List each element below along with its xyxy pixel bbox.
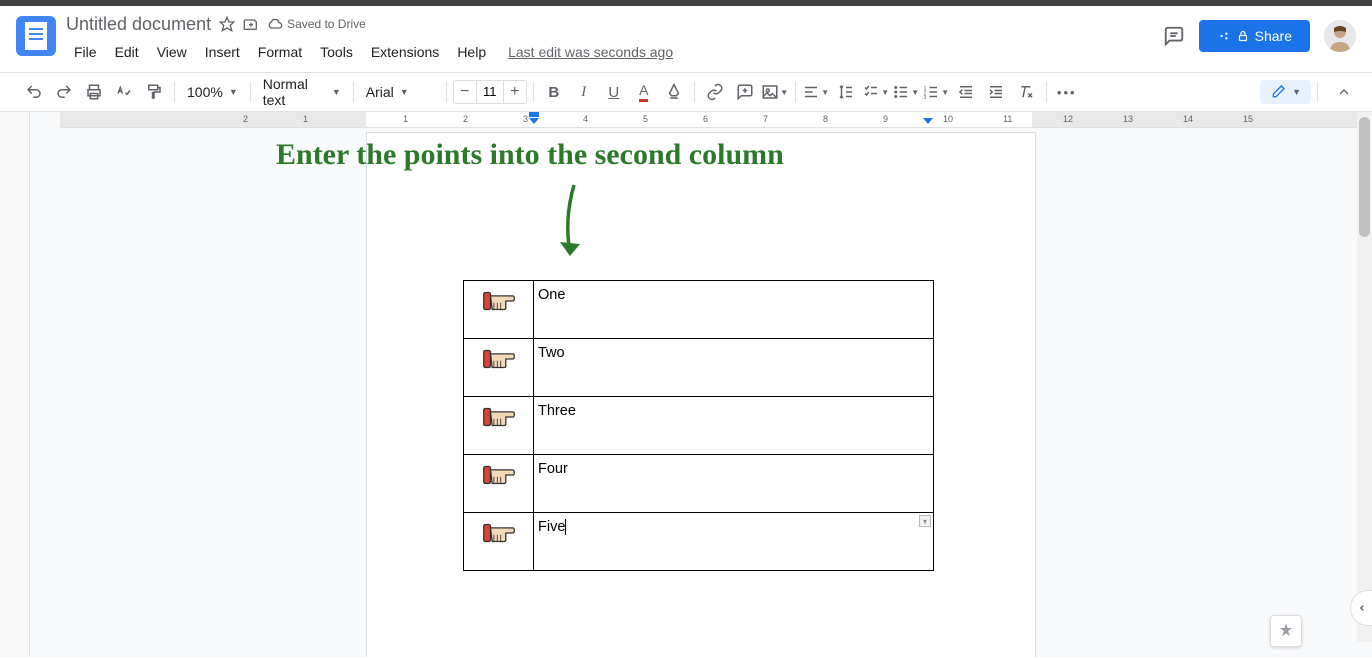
ruler-number: 2 [243, 114, 248, 124]
menu-help[interactable]: Help [449, 40, 494, 64]
vertical-scrollbar[interactable] [1357, 112, 1372, 642]
redo-button[interactable] [50, 78, 78, 106]
cloud-saved-icon [267, 16, 283, 32]
zoom-select[interactable]: 100%▼ [181, 84, 244, 100]
table-row[interactable]: Two [464, 339, 934, 397]
pointing-hand-icon [482, 519, 516, 547]
docs-logo[interactable] [16, 16, 56, 56]
table-row[interactable]: Five ▾ [464, 513, 934, 571]
table-menu-handle[interactable]: ▾ [919, 515, 931, 527]
document-title[interactable]: Untitled document [66, 14, 211, 35]
saved-status: Saved to Drive [287, 17, 366, 31]
ruler-number: 14 [1183, 114, 1193, 124]
table-cell-text[interactable]: Five [538, 519, 566, 535]
menu-edit[interactable]: Edit [107, 40, 147, 64]
paint-format-button[interactable] [140, 78, 168, 106]
toolbar: 100%▼ Normal text▼ Arial▼ − 11 + B I U A… [0, 72, 1372, 112]
menu-tools[interactable]: Tools [312, 40, 361, 64]
underline-button[interactable]: U [600, 78, 628, 106]
align-button[interactable]: ▼ [802, 78, 830, 106]
left-indent-marker[interactable] [528, 112, 540, 130]
annotation-text: Enter the points into the second column [276, 138, 784, 172]
comments-icon[interactable] [1163, 25, 1185, 47]
ruler-number: 1 [303, 114, 308, 124]
ruler-number: 12 [1063, 114, 1073, 124]
menu-extensions[interactable]: Extensions [363, 40, 447, 64]
table-cell-text[interactable]: One [538, 287, 565, 303]
font-size-increase[interactable]: + [504, 83, 526, 101]
checklist-button[interactable]: ▼ [862, 78, 890, 106]
ruler-number: 8 [823, 114, 828, 124]
spellcheck-button[interactable] [110, 78, 138, 106]
table-row[interactable]: Four [464, 455, 934, 513]
editing-mode-button[interactable]: ▼ [1260, 80, 1311, 104]
bulleted-list-button[interactable]: ▼ [892, 78, 920, 106]
link-button[interactable] [701, 78, 729, 106]
more-button[interactable]: ••• [1053, 78, 1081, 106]
ruler-number: 5 [643, 114, 648, 124]
pointing-hand-icon [482, 287, 516, 315]
menu-insert[interactable]: Insert [197, 40, 248, 64]
ruler-number: 15 [1243, 114, 1253, 124]
document-page[interactable]: One Two Three Four F [366, 132, 1036, 657]
clear-formatting-button[interactable] [1012, 78, 1040, 106]
account-avatar[interactable] [1324, 20, 1356, 52]
move-icon[interactable] [243, 16, 259, 32]
last-edit-link[interactable]: Last edit was seconds ago [508, 44, 673, 60]
bold-button[interactable]: B [540, 78, 568, 106]
svg-text:3: 3 [924, 95, 927, 101]
ruler-number: 6 [703, 114, 708, 124]
font-size-input[interactable]: 11 [476, 81, 504, 103]
ruler-number: 4 [583, 114, 588, 124]
line-spacing-button[interactable] [832, 78, 860, 106]
ruler-number: 11 [1003, 114, 1012, 124]
ruler-number: 2 [463, 114, 468, 124]
share-button[interactable]: Share [1199, 20, 1310, 52]
italic-button[interactable]: I [570, 78, 598, 106]
table-cell-text[interactable]: Two [538, 345, 565, 361]
text-color-button[interactable]: A [630, 78, 658, 106]
ruler-number: 13 [1123, 114, 1133, 124]
paragraph-style-select[interactable]: Normal text▼ [257, 76, 347, 108]
table-row[interactable]: One [464, 281, 934, 339]
document-table[interactable]: One Two Three Four F [463, 280, 934, 571]
annotation-arrow-icon [544, 180, 604, 270]
font-size-decrease[interactable]: − [454, 83, 476, 101]
collapse-toolbar-button[interactable] [1336, 84, 1352, 100]
highlight-button[interactable] [660, 78, 688, 106]
ruler-number: 10 [943, 114, 953, 124]
horizontal-ruler[interactable]: 21123456789101112131415 [60, 112, 1372, 128]
insert-image-button[interactable]: ▼ [761, 78, 789, 106]
ruler-number: 1 [403, 114, 408, 124]
increase-indent-button[interactable] [982, 78, 1010, 106]
right-indent-marker[interactable] [922, 112, 934, 130]
ruler-number: 7 [763, 114, 768, 124]
pointing-hand-icon [482, 461, 516, 489]
menu-format[interactable]: Format [250, 40, 310, 64]
undo-button[interactable] [20, 78, 48, 106]
explore-button[interactable] [1270, 615, 1302, 647]
print-button[interactable] [80, 78, 108, 106]
font-select[interactable]: Arial▼ [360, 84, 440, 100]
pointing-hand-icon [482, 403, 516, 431]
numbered-list-button[interactable]: 123▼ [922, 78, 950, 106]
share-button-label: Share [1255, 28, 1292, 44]
add-comment-button[interactable] [731, 78, 759, 106]
table-row[interactable]: Three [464, 397, 934, 455]
table-cell-text[interactable]: Four [538, 461, 568, 477]
table-cell-text[interactable]: Three [538, 403, 576, 419]
menu-file[interactable]: File [66, 40, 105, 64]
ruler-number: 9 [883, 114, 888, 124]
menu-view[interactable]: View [149, 40, 195, 64]
scrollbar-thumb[interactable] [1359, 117, 1370, 237]
pointing-hand-icon [482, 345, 516, 373]
star-icon[interactable] [219, 16, 235, 32]
decrease-indent-button[interactable] [952, 78, 980, 106]
